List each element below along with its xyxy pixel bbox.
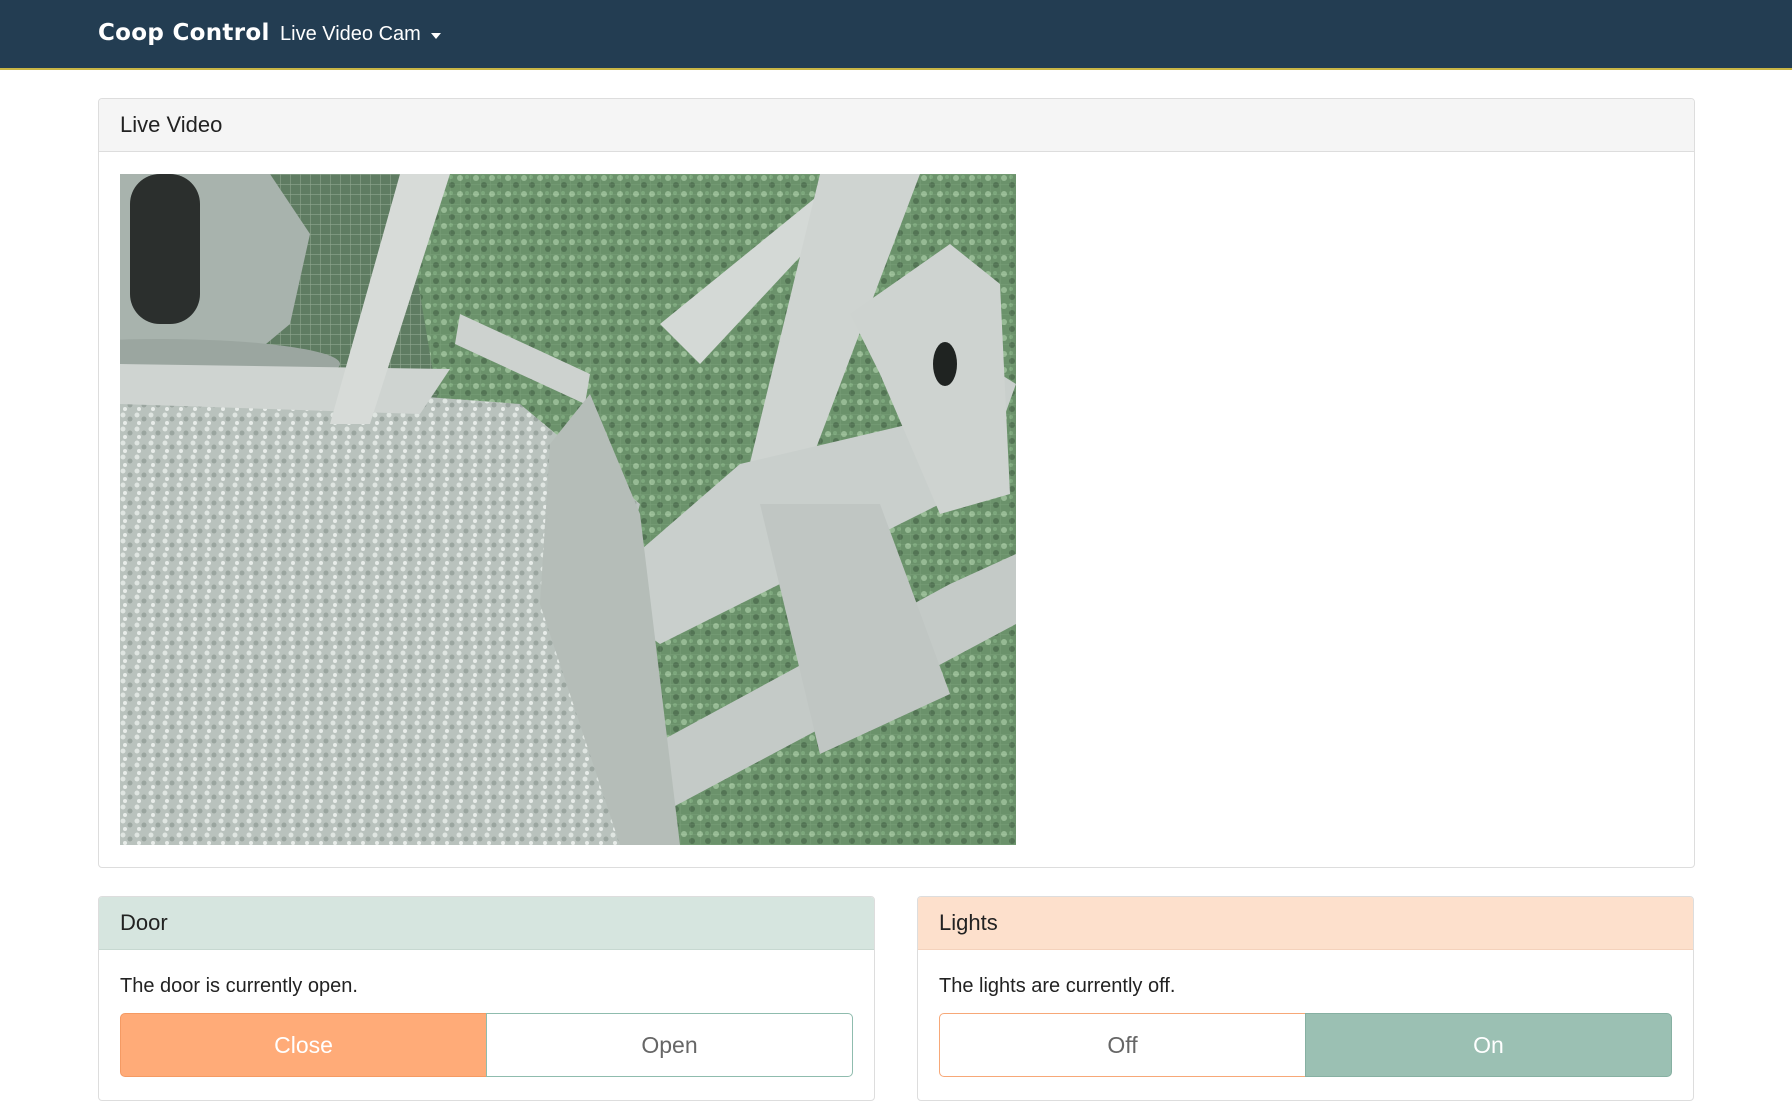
door-panel: Door The door is currently open. Close O… (98, 896, 875, 1101)
brand-logo[interactable]: Coop Control (98, 20, 270, 46)
door-status-text: The door is currently open. (120, 975, 358, 997)
live-video-panel: Live Video (98, 98, 1695, 868)
live-video-cam-dropdown[interactable]: Live Video Cam (280, 23, 441, 46)
navbar: Coop Control Live Video Cam (0, 0, 1792, 70)
lights-button-group: Off On (939, 1013, 1672, 1077)
door-panel-heading: Door (99, 897, 874, 950)
lights-panel: Lights The lights are currently off. Off… (917, 896, 1694, 1101)
door-open-button[interactable]: Open (486, 1013, 853, 1077)
lights-panel-heading: Lights (918, 897, 1693, 950)
lights-on-button[interactable]: On (1305, 1013, 1672, 1077)
door-close-button[interactable]: Close (120, 1013, 487, 1077)
door-button-group: Close Open (120, 1013, 853, 1077)
dropdown-label: Live Video Cam (280, 23, 421, 45)
lights-off-button[interactable]: Off (939, 1013, 1306, 1077)
lights-status-text: The lights are currently off. (939, 975, 1176, 997)
caret-down-icon (430, 33, 441, 39)
live-video-feed (120, 174, 1016, 845)
live-video-panel-heading: Live Video (99, 99, 1694, 152)
